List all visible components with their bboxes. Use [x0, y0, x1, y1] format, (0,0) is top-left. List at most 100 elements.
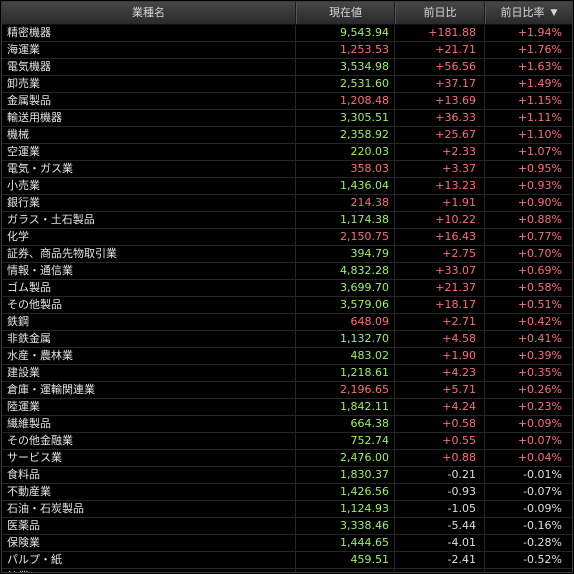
change-rate-cell: +0.90% [517, 196, 562, 209]
table-row[interactable]: 石油・石炭製品 1,124.93 -1.05 -0.09% [2, 501, 572, 518]
table-row[interactable]: 精密機器 9,543.94 +181.88 +1.94% [2, 25, 572, 42]
table-row[interactable]: サービス業 2,476.00 +0.88 +0.04% [2, 450, 572, 467]
current-value-cell: 3,699.70 [296, 280, 395, 296]
current-value-cell: 1,830.37 [296, 467, 395, 483]
table-row[interactable]: 不動産業 1,426.56 -0.93 -0.07% [2, 484, 572, 501]
current-value-cell: 1,842.11 [296, 399, 395, 415]
column-header-label: 現在値 [329, 6, 362, 19]
table-row[interactable]: 建設業 1,218.61 +4.23 +0.35% [2, 365, 572, 382]
change-rate-cell: -0.01% [523, 468, 562, 481]
sector-name-cell: 水産・農林業 [2, 348, 296, 364]
table-row[interactable]: 鉱業447.20-5.11-1.13% [2, 569, 572, 572]
column-header-current-value[interactable]: 現在値 [296, 2, 395, 24]
sector-name-cell: 不動産業 [2, 484, 296, 500]
table-row[interactable]: 証券、商品先物取引業 394.79 +2.75 +0.70% [2, 246, 572, 263]
change-cell: -2.41 [395, 552, 485, 568]
current-value-cell: 3,534.98 [296, 59, 395, 75]
current-value-cell: 1,124.93 [296, 501, 395, 517]
sector-name-cell: 石油・石炭製品 [2, 501, 296, 517]
table-row[interactable]: その他製品 3,579.06 +18.17 +0.51% [2, 297, 572, 314]
change-cell: +21.37 [395, 280, 485, 296]
column-header-label: 前日比率 [500, 6, 545, 19]
change-rate-cell: +1.07% [517, 145, 562, 158]
change-cell: +2.33 [395, 144, 485, 160]
change-rate-cell: +1.76% [517, 43, 562, 56]
change-rate-cell: +0.42% [517, 315, 562, 328]
table-row[interactable]: 機械 2,358.92 +25.67 +1.10% [2, 127, 572, 144]
column-header-change-rate[interactable]: 前日比率 ▼ [485, 2, 572, 24]
sector-name-cell: 鉱業 [2, 569, 296, 572]
current-value-cell: 2,196.65 [296, 382, 395, 398]
current-value-cell: 483.02 [296, 348, 395, 364]
sector-name-cell: 化学 [2, 229, 296, 245]
table-row[interactable]: 保険業 1,444.65 -4.01 -0.28% [2, 535, 572, 552]
change-cell: +10.22 [395, 212, 485, 228]
change-rate-cell: +0.23% [517, 400, 562, 413]
table-row[interactable]: その他金融業 752.74 +0.55 +0.07% [2, 433, 572, 450]
change-cell: +25.67 [395, 127, 485, 143]
change-rate-cell: +1.10% [517, 128, 562, 141]
change-rate-cell: +0.58% [517, 281, 562, 294]
current-value-cell: 3,579.06 [296, 297, 395, 313]
sector-name-cell: 金属製品 [2, 93, 296, 109]
table-row[interactable]: 繊維製品 664.38 +0.58 +0.09% [2, 416, 572, 433]
change-rate-cell: +0.26% [517, 383, 562, 396]
table-row[interactable]: 医薬品 3,338.46 -5.44 -0.16% [2, 518, 572, 535]
current-value-cell: 1,444.65 [296, 535, 395, 551]
current-value-cell: 1,253.53 [296, 42, 395, 58]
table-row[interactable]: 銀行業 214.38 +1.91 +0.90% [2, 195, 572, 212]
change-cell: +5.71 [395, 382, 485, 398]
sector-name-cell: 食料品 [2, 467, 296, 483]
change-cell: +3.37 [395, 161, 485, 177]
sector-name-cell: 小売業 [2, 178, 296, 194]
table-row[interactable]: ガラス・土石製品 1,174.38 +10.22 +0.88% [2, 212, 572, 229]
table-row[interactable]: 小売業 1,436.04 +13.23 +0.93% [2, 178, 572, 195]
table-row[interactable]: 情報・通信業 4,832.28 +33.07 +0.69% [2, 263, 572, 280]
table-row[interactable]: 鉄鋼 648.09 +2.71 +0.42% [2, 314, 572, 331]
sector-name-cell: サービス業 [2, 450, 296, 466]
sector-name-cell: 証券、商品先物取引業 [2, 246, 296, 262]
table-row[interactable]: 電気・ガス業 358.03 +3.37 +0.95% [2, 161, 572, 178]
sector-index-table: 業種名 現在値 前日比 前日比率 ▼ 精密機器 9,543.94 +181.88 +1.… [1, 1, 573, 573]
sector-name-cell: その他金融業 [2, 433, 296, 449]
change-rate-cell: +1.15% [517, 94, 562, 107]
table-row[interactable]: 陸運業 1,842.11 +4.24 +0.23% [2, 399, 572, 416]
change-rate-cell: +1.63% [517, 60, 562, 73]
current-value-cell: 1,208.48 [296, 93, 395, 109]
change-cell: +56.56 [395, 59, 485, 75]
current-value-cell: 664.38 [296, 416, 395, 432]
change-rate-cell: -0.28% [523, 536, 562, 549]
sector-name-cell: 情報・通信業 [2, 263, 296, 279]
change-rate-cell: +0.77% [517, 230, 562, 243]
sector-name-cell: 海運業 [2, 42, 296, 58]
current-value-cell: 9,543.94 [296, 25, 395, 41]
table-row[interactable]: 海運業 1,253.53 +21.71 +1.76% [2, 42, 572, 59]
sector-name-cell: 建設業 [2, 365, 296, 381]
table-row[interactable]: 空運業 220.03 +2.33 +1.07% [2, 144, 572, 161]
sector-name-cell: パルプ・紙 [2, 552, 296, 568]
table-row[interactable]: 非鉄金属 1,132.70 +4.58 +0.41% [2, 331, 572, 348]
table-row[interactable]: ゴム製品 3,699.70 +21.37 +0.58% [2, 280, 572, 297]
table-row[interactable]: 水産・農林業 483.02 +1.90 +0.39% [2, 348, 572, 365]
column-header-sector-name[interactable]: 業種名 [2, 2, 296, 24]
sector-name-cell: 非鉄金属 [2, 331, 296, 347]
table-row[interactable]: パルプ・紙 459.51 -2.41 -0.52% [2, 552, 572, 569]
change-cell: +2.71 [395, 314, 485, 330]
change-rate-cell: +0.51% [517, 298, 562, 311]
table-row[interactable]: 倉庫・運輸関連業 2,196.65 +5.71 +0.26% [2, 382, 572, 399]
change-rate-cell: -0.09% [523, 502, 562, 515]
column-header-change[interactable]: 前日比 [395, 2, 485, 24]
sector-name-cell: 精密機器 [2, 25, 296, 41]
table-row[interactable]: 食料品 1,830.37 -0.21 -0.01% [2, 467, 572, 484]
sector-name-cell: 繊維製品 [2, 416, 296, 432]
sector-name-cell: 輸送用機器 [2, 110, 296, 126]
table-row[interactable]: 化学 2,150.75 +16.43 +0.77% [2, 229, 572, 246]
change-cell: +2.75 [395, 246, 485, 262]
table-row[interactable]: 金属製品 1,208.48 +13.69 +1.15% [2, 93, 572, 110]
table-row[interactable]: 卸売業 2,531.60 +37.17 +1.49% [2, 76, 572, 93]
table-row[interactable]: 輸送用機器 3,305.51 +36.33 +1.11% [2, 110, 572, 127]
sector-name-cell: 銀行業 [2, 195, 296, 211]
sector-name-cell: 医薬品 [2, 518, 296, 534]
table-row[interactable]: 電気機器 3,534.98 +56.56 +1.63% [2, 59, 572, 76]
current-value-cell: 3,338.46 [296, 518, 395, 534]
